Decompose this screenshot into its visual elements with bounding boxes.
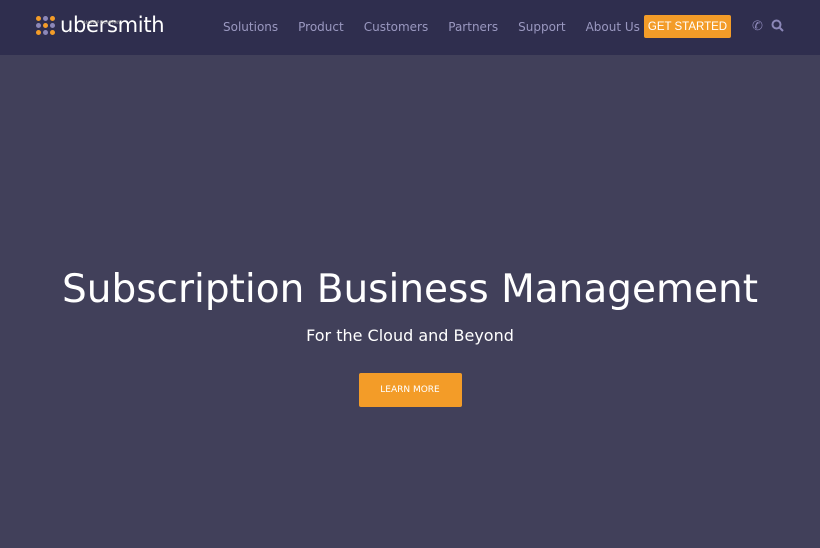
hero: Subscription Business Management For the… <box>0 267 820 407</box>
learn-more-button[interactable]: LEARN MORE <box>358 373 462 407</box>
phone-icon[interactable]: ✆ <box>752 19 763 36</box>
nav-product[interactable]: Product <box>298 20 344 34</box>
brand-tagline: AN INAP COMPANY <box>83 20 121 25</box>
nav-customers[interactable]: Customers <box>364 20 429 34</box>
nav-solutions[interactable]: Solutions <box>223 20 278 34</box>
brand-name: ubersmith <box>60 13 165 37</box>
hero-title: Subscription Business Management <box>61 267 758 312</box>
search-icon[interactable] <box>771 19 784 36</box>
nav-about-us[interactable]: About Us <box>586 20 640 34</box>
nav-partners[interactable]: Partners <box>448 20 498 34</box>
hero-subtitle: For the Cloud and Beyond <box>306 326 514 345</box>
logo-dots-icon <box>36 16 55 35</box>
nav-support[interactable]: Support <box>518 20 565 34</box>
logo[interactable]: ubersmith <box>36 13 165 37</box>
top-nav: ubersmith AN INAP COMPANY Solutions Prod… <box>0 0 820 55</box>
get-started-button[interactable]: GET STARTED <box>644 15 731 38</box>
